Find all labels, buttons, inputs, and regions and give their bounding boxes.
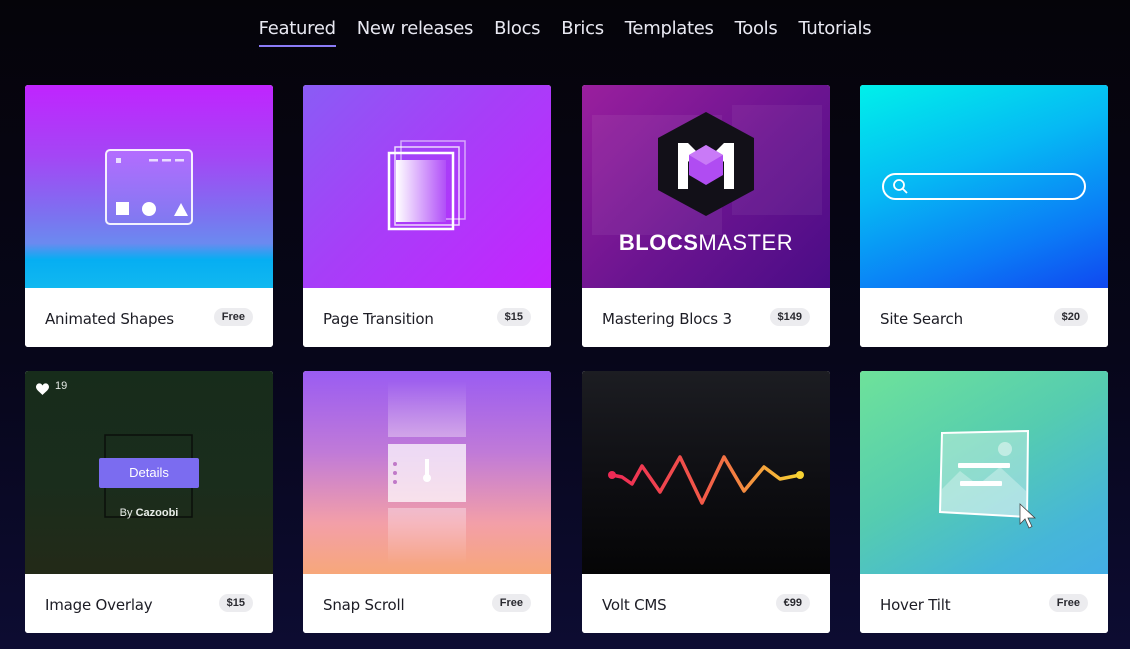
blocsmaster-logo: BLOCSMASTER — [592, 105, 822, 255]
price-badge: Free — [1048, 594, 1088, 612]
tab-new-releases[interactable]: New releases — [357, 18, 474, 45]
price-badge: $15 — [496, 308, 531, 326]
card-caption: Mastering Blocs 3 $149 — [582, 288, 830, 347]
heart-icon — [36, 383, 49, 395]
product-card-snap-scroll[interactable]: Snap Scroll Free — [303, 371, 551, 633]
search-icon — [893, 179, 905, 191]
price-badge: €99 — [775, 594, 810, 612]
card-thumbnail — [582, 371, 830, 574]
product-card-page-transition[interactable]: Page Transition $15 — [303, 85, 551, 347]
tab-tutorials[interactable]: Tutorials — [798, 18, 871, 45]
card-caption: Volt CMS €99 — [582, 574, 830, 633]
card-title: Image Overlay — [45, 596, 153, 614]
card-title: Hover Tilt — [880, 596, 951, 614]
product-card-hover-tilt[interactable]: Hover Tilt Free — [860, 371, 1108, 633]
author-name[interactable]: Cazoobi — [136, 507, 179, 519]
card-title: Animated Shapes — [45, 310, 174, 328]
product-card-mastering-blocs[interactable]: BLOCSMASTER Mastering Blocs 3 $149 — [582, 85, 830, 347]
snap-scroll-illustration — [388, 381, 466, 564]
tilt-card-illustration — [938, 429, 1037, 529]
card-title: Page Transition — [323, 310, 434, 328]
card-thumbnail — [303, 371, 551, 574]
card-thumbnail — [860, 85, 1108, 288]
price-badge: Free — [213, 308, 253, 326]
card-caption: Snap Scroll Free — [303, 574, 551, 633]
stacked-pages-icon — [387, 140, 466, 231]
price-badge: $20 — [1053, 308, 1088, 326]
product-card-volt-cms[interactable]: Volt CMS €99 — [582, 371, 830, 633]
author-credit: By Cazoobi — [25, 507, 273, 519]
card-title: Volt CMS — [602, 596, 667, 614]
price-badge: $15 — [218, 594, 253, 612]
product-card-animated-shapes[interactable]: Animated Shapes Free — [25, 85, 273, 347]
card-title: Site Search — [880, 310, 963, 328]
product-card-image-overlay[interactable]: 19 Details By Cazoobi Image Overlay $15 — [25, 371, 273, 633]
card-title: Snap Scroll — [323, 596, 405, 614]
card-thumbnail — [303, 85, 551, 288]
product-card-site-search[interactable]: Site Search $20 — [860, 85, 1108, 347]
details-button[interactable]: Details — [99, 458, 199, 488]
author-prefix: By — [119, 507, 133, 519]
card-caption: Image Overlay $15 — [25, 574, 273, 633]
card-caption: Site Search $20 — [860, 288, 1108, 347]
card-thumbnail — [860, 371, 1108, 574]
tab-blocs[interactable]: Blocs — [494, 18, 540, 45]
price-badge: Free — [491, 594, 531, 612]
card-thumbnail — [25, 85, 273, 288]
tab-featured[interactable]: Featured — [258, 18, 336, 47]
window-shapes-icon — [105, 149, 193, 225]
tab-tools[interactable]: Tools — [735, 18, 778, 45]
card-caption: Hover Tilt Free — [860, 574, 1108, 633]
card-caption: Animated Shapes Free — [25, 288, 273, 347]
svg-text:BLOCSMASTER: BLOCSMASTER — [619, 230, 793, 255]
waveform-illustration — [608, 455, 804, 505]
tab-templates[interactable]: Templates — [625, 18, 714, 45]
card-caption: Page Transition $15 — [303, 288, 551, 347]
card-thumbnail: 19 Details By Cazoobi — [25, 371, 273, 574]
search-bar-illustration — [882, 173, 1086, 200]
like-count: 19 — [55, 380, 68, 392]
price-badge: $149 — [769, 308, 810, 326]
card-thumbnail: BLOCSMASTER — [582, 85, 830, 288]
card-title: Mastering Blocs 3 — [602, 310, 732, 328]
top-nav: Featured New releases Blocs Brics Templa… — [0, 18, 1130, 47]
tab-brics[interactable]: Brics — [561, 18, 604, 45]
